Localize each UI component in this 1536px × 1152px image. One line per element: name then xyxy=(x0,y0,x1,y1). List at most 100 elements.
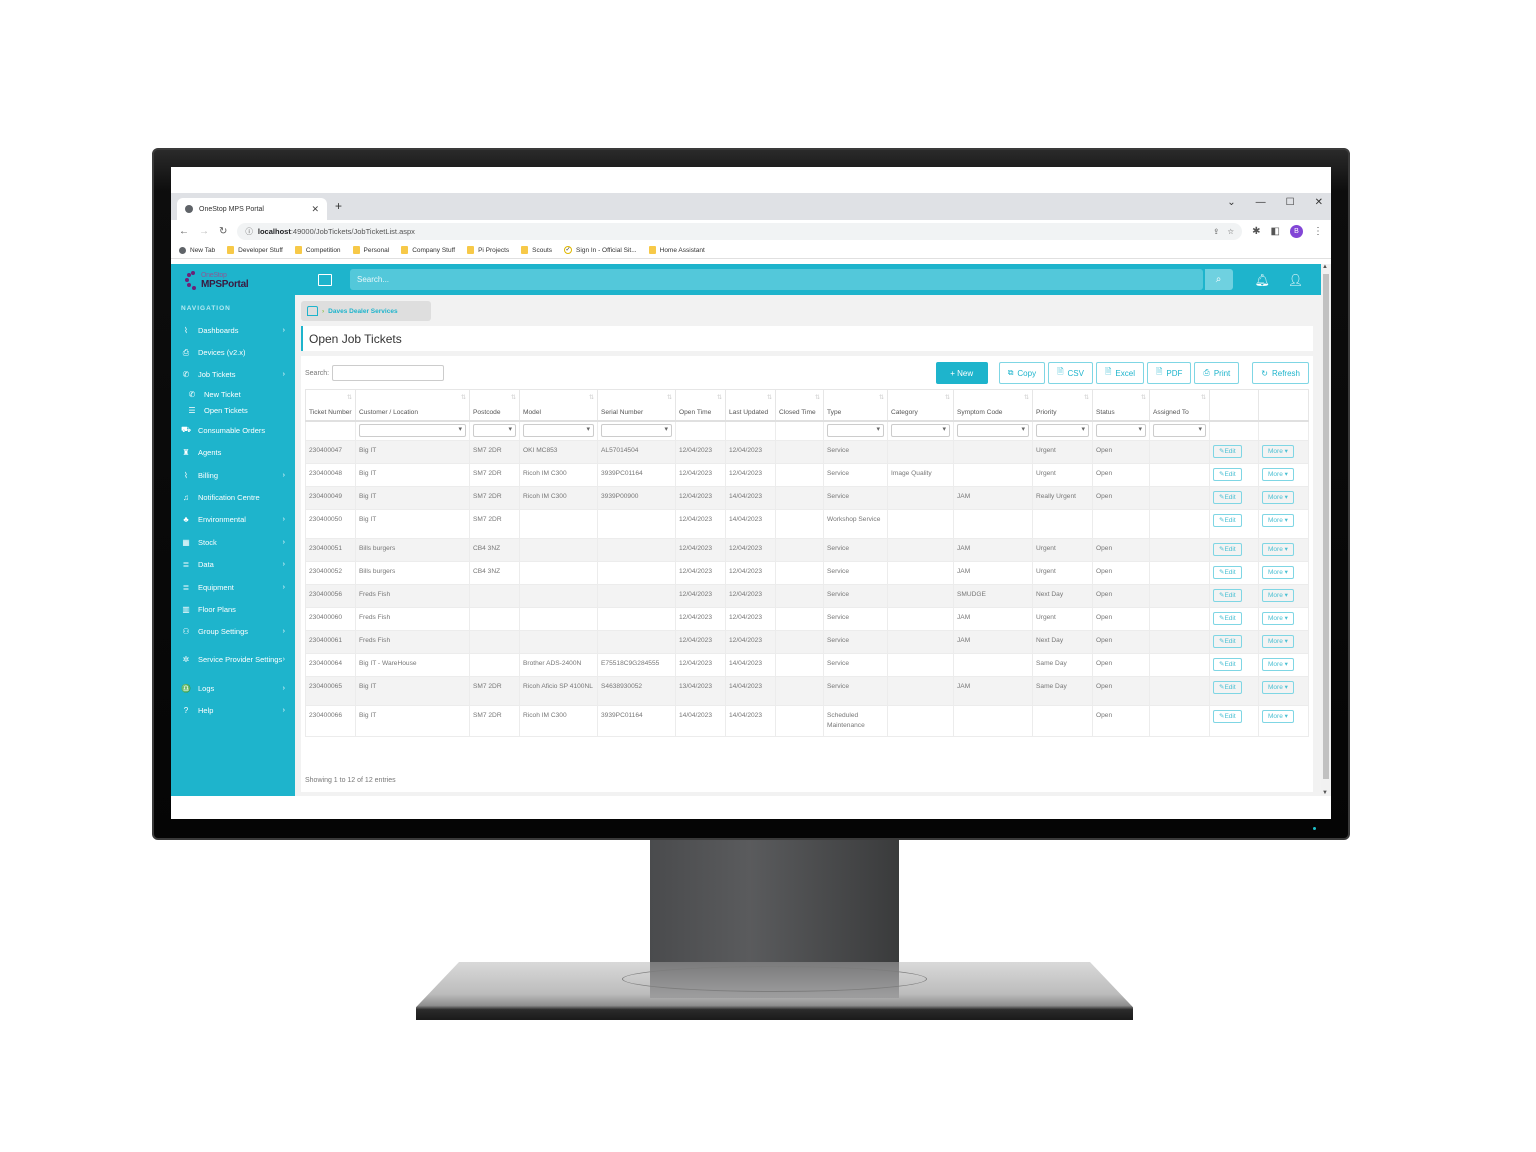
sidebar-item-floor-plans[interactable]: ▥ Floor Plans xyxy=(171,598,295,620)
more-dropdown-button[interactable]: More ▾ xyxy=(1262,566,1294,579)
bookmark-folder[interactable]: Personal xyxy=(352,246,389,254)
edit-button[interactable]: ✎ Edit xyxy=(1213,566,1242,579)
column-filter-select[interactable] xyxy=(1036,423,1089,437)
column-header[interactable]: Open Time ⇅ xyxy=(675,389,726,422)
maximize-button[interactable]: ☐ xyxy=(1286,197,1295,208)
side-panel-icon[interactable]: ◧ xyxy=(1271,226,1280,237)
bookmark-folder[interactable]: Pi Projects xyxy=(467,246,509,254)
minimize-button[interactable]: — xyxy=(1256,197,1266,208)
refresh-button[interactable]: ↻ Refresh xyxy=(1252,362,1309,384)
sidebar-item-notification-centre[interactable]: ♫ Notification Centre xyxy=(171,486,295,508)
edit-button[interactable]: ✎ Edit xyxy=(1213,589,1242,602)
bookmark-folder[interactable]: Company Stuff xyxy=(401,246,455,254)
bell-icon[interactable]: 🔔︎ xyxy=(1255,273,1270,287)
column-header[interactable]: Last Updated ⇅ xyxy=(725,389,776,422)
sidebar-item-environmental[interactable]: ♣ Environmental › xyxy=(171,509,295,531)
table-search-input[interactable] xyxy=(332,365,445,381)
table-row[interactable]: 230400052 Bills burgers CB4 3NZ 12/04/2023 1… xyxy=(305,561,1309,585)
user-icon[interactable]: 👤︎ xyxy=(1288,273,1303,287)
column-header[interactable]: Assigned To ⇅ xyxy=(1149,389,1210,422)
bookmark-sign-in[interactable]: ✓ Sign In - Official Sit... xyxy=(564,246,637,254)
column-header[interactable]: Serial Number ⇅ xyxy=(597,389,676,422)
column-header[interactable]: Ticket Number ⇅ xyxy=(305,389,356,422)
more-dropdown-button[interactable]: More ▾ xyxy=(1262,681,1294,694)
excel-button[interactable]: 🗎︎ Excel xyxy=(1095,362,1144,384)
column-header[interactable]: Model ⇅ xyxy=(519,389,598,422)
sidebar-item-equipment[interactable]: ≣ Equipment › xyxy=(171,576,295,598)
page-scrollbar[interactable]: ▲ ▼ xyxy=(1321,264,1331,796)
address-bar[interactable]: ⓘ localhost :49000/JobTickets/JobTicketL… xyxy=(237,222,1243,240)
edit-button[interactable]: ✎ Edit xyxy=(1213,612,1242,625)
close-window-button[interactable]: ✕ xyxy=(1315,197,1323,208)
column-filter-select[interactable] xyxy=(359,423,466,437)
column-filter-select[interactable] xyxy=(1096,423,1146,437)
more-dropdown-button[interactable]: More ▾ xyxy=(1262,543,1294,556)
sort-icon[interactable]: ⇅ xyxy=(945,394,950,401)
browser-tab[interactable]: OneStop MPS Portal ✕ xyxy=(177,198,327,220)
column-header[interactable]: Priority ⇅ xyxy=(1032,389,1093,422)
more-dropdown-button[interactable]: More ▾ xyxy=(1262,468,1294,481)
star-icon[interactable]: ☆ xyxy=(1227,227,1234,236)
sidebar-item-consumable-orders[interactable]: ⛟ Consumable Orders xyxy=(171,419,295,441)
table-row[interactable]: 230400050 Big IT SM7 2DR 12/04/2023 14/04/20… xyxy=(305,509,1309,539)
bookmark-folder[interactable]: Home Assistant xyxy=(648,246,705,254)
sort-icon[interactable]: ⇅ xyxy=(461,394,466,401)
sidebar-item-job-tickets[interactable]: ✆ Job Tickets › xyxy=(171,364,295,386)
new-ticket-button[interactable]: + New xyxy=(935,362,988,384)
scroll-up-icon[interactable]: ▲ xyxy=(1322,264,1328,270)
table-row[interactable]: 230400049 Big IT SM7 2DR Ricoh IM C300 3939P… xyxy=(305,486,1309,510)
column-header[interactable]: Category ⇅ xyxy=(887,389,954,422)
csv-button[interactable]: 🗎︎ CSV xyxy=(1048,362,1093,384)
sort-icon[interactable]: ⇅ xyxy=(667,394,672,401)
edit-button[interactable]: ✎ Edit xyxy=(1213,468,1242,481)
table-row[interactable]: 230400051 Bills burgers CB4 3NZ 12/04/2023 1… xyxy=(305,538,1309,562)
reload-icon[interactable]: ↻ xyxy=(219,226,227,237)
sort-icon[interactable]: ⇅ xyxy=(1201,394,1206,401)
sort-icon[interactable]: ⇅ xyxy=(589,394,594,401)
more-dropdown-button[interactable]: More ▾ xyxy=(1262,635,1294,648)
sort-icon[interactable]: ⇅ xyxy=(1084,394,1089,401)
column-filter-select[interactable] xyxy=(957,423,1029,437)
column-header[interactable]: Type ⇅ xyxy=(823,389,888,422)
bookmark-folder[interactable]: Scouts xyxy=(521,246,552,254)
more-dropdown-button[interactable]: More ▾ xyxy=(1262,589,1294,602)
sort-icon[interactable]: ⇅ xyxy=(347,394,352,401)
sidebar-item-new-ticket[interactable]: ✆ New Ticket xyxy=(171,386,295,403)
new-tab-button[interactable]: + xyxy=(335,199,342,213)
sidebar-item-data[interactable]: ≣ Data › xyxy=(171,554,295,576)
column-header[interactable]: Status ⇅ xyxy=(1092,389,1150,422)
profile-avatar[interactable]: B xyxy=(1290,224,1303,238)
scroll-down-icon[interactable]: ▼ xyxy=(1322,790,1328,796)
sidebar-item-billing[interactable]: ⌇ Billing › xyxy=(171,464,295,486)
building-icon[interactable] xyxy=(318,273,332,286)
sort-icon[interactable]: ⇅ xyxy=(1024,394,1029,401)
scrollbar-thumb[interactable] xyxy=(1323,274,1329,779)
sidebar-item-service-provider-settings[interactable]: ✲ Service Provider Settings › xyxy=(171,643,295,677)
table-row[interactable]: 230400060 Freds Fish 12/04/2023 12/04/2023 S… xyxy=(305,607,1309,631)
table-row[interactable]: 230400064 Big IT - WareHouse Brother ADS-2… xyxy=(305,653,1309,677)
table-row[interactable]: 230400048 Big IT SM7 2DR Ricoh IM C300 3939P… xyxy=(305,463,1309,487)
more-dropdown-button[interactable]: More ▾ xyxy=(1262,710,1294,723)
table-row[interactable]: 230400065 Big IT SM7 2DR Ricoh Aficio SP 41… xyxy=(305,676,1309,706)
sidebar-item-agents[interactable]: ♜ Agents xyxy=(171,442,295,464)
print-button[interactable]: ⎙ Print xyxy=(1194,362,1240,384)
table-row[interactable]: 230400056 Freds Fish 12/04/2023 12/04/2023 S… xyxy=(305,584,1309,608)
column-filter-select[interactable] xyxy=(473,423,516,437)
column-filter-select[interactable] xyxy=(601,423,672,437)
column-header[interactable]: Symptom Code ⇅ xyxy=(953,389,1033,422)
table-row[interactable]: 230400066 Big IT SM7 2DR Ricoh IM C300 3939P… xyxy=(305,705,1309,737)
sort-icon[interactable]: ⇅ xyxy=(767,394,772,401)
sidebar-item-logs[interactable]: ♎ Logs › xyxy=(171,677,295,699)
edit-button[interactable]: ✎ Edit xyxy=(1213,543,1242,556)
more-dropdown-button[interactable]: More ▾ xyxy=(1262,514,1294,527)
bookmark-new-tab[interactable]: New Tab xyxy=(179,246,215,254)
sidebar-item-dashboards[interactable]: ⌇ Dashboards › xyxy=(171,319,295,341)
forward-icon[interactable]: → xyxy=(199,226,209,237)
column-header[interactable]: Closed Time ⇅ xyxy=(775,389,824,422)
column-filter-select[interactable] xyxy=(827,423,884,437)
home-icon[interactable] xyxy=(307,306,318,316)
back-icon[interactable]: ← xyxy=(179,226,189,237)
breadcrumb-item[interactable]: Daves Dealer Services xyxy=(328,308,397,315)
menu-icon[interactable]: ⋮ xyxy=(1313,226,1323,237)
column-filter-select[interactable] xyxy=(1153,423,1206,437)
